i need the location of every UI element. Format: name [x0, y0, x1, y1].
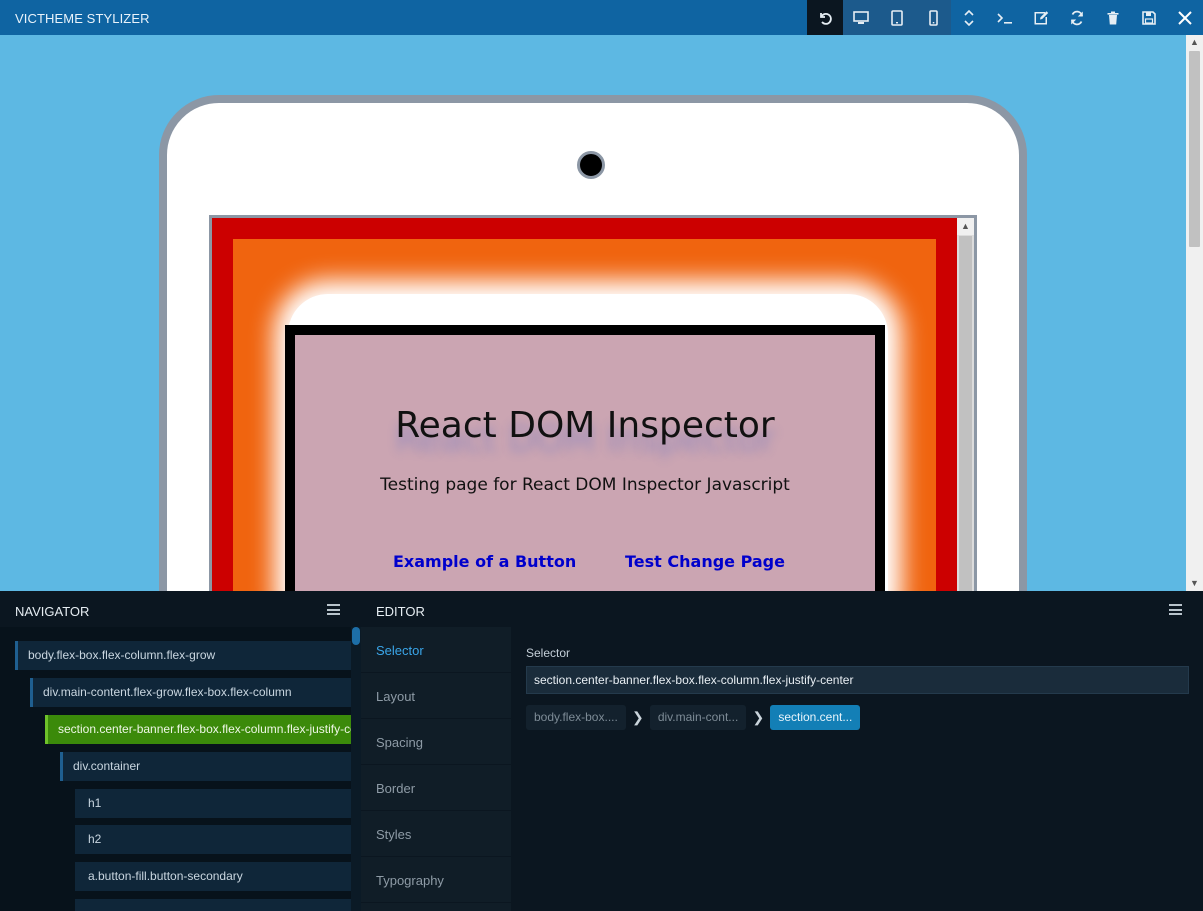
mobile-icon — [929, 9, 938, 26]
editor-tabs: Selector Layout Spacing Border Styles Ty… — [361, 627, 511, 911]
editor-content: Selector section.center-banner.flex-box.… — [511, 627, 1203, 911]
center-banner[interactable]: React DOM Inspector Testing page for Rea… — [285, 325, 885, 591]
terminal-icon — [997, 12, 1012, 24]
editor-menu-icon[interactable] — [1169, 604, 1182, 615]
trash-icon — [1107, 11, 1119, 24]
preview-screen: React DOM Inspector Testing page for Rea… — [209, 215, 977, 591]
navigator-menu-icon[interactable] — [327, 604, 340, 615]
tree-item-center-banner[interactable]: section.center-banner.flex-box.flex-colu… — [45, 715, 351, 744]
selector-label: Selector — [526, 646, 571, 660]
breadcrumb-body[interactable]: body.flex-box.... — [526, 705, 626, 730]
tab-border[interactable]: Border — [361, 765, 511, 811]
tree-item-body[interactable]: body.flex-box.flex-column.flex-grow — [15, 641, 351, 670]
vertical-resize-icon — [964, 9, 974, 26]
tablet-view-button[interactable] — [879, 0, 915, 35]
scroll-up-icon[interactable]: ▲ — [957, 218, 974, 235]
tree-item-container[interactable]: div.container — [60, 752, 351, 781]
edit-icon — [1034, 10, 1049, 24]
resize-button[interactable] — [951, 0, 987, 35]
app-title: VICTHEME STYLIZER — [15, 11, 150, 26]
preview-scroll-thumb[interactable] — [959, 236, 972, 591]
undo-icon — [820, 12, 832, 25]
chevron-right-icon: ❯ — [752, 709, 765, 725]
refresh-button[interactable] — [1059, 0, 1095, 35]
navigator-header: NAVIGATOR — [0, 591, 361, 627]
tree-item-button[interactable]: a.button-fill.button-secondary — [75, 862, 351, 891]
close-button[interactable] — [1167, 0, 1203, 35]
preview-canvas: React DOM Inspector Testing page for Rea… — [0, 35, 1203, 591]
save-button[interactable] — [1131, 0, 1167, 35]
tab-spacing[interactable]: Spacing — [361, 719, 511, 765]
scroll-up-icon[interactable]: ▲ — [1186, 35, 1203, 50]
console-button[interactable] — [987, 0, 1023, 35]
breadcrumb-main-content[interactable]: div.main-cont... — [649, 705, 747, 730]
navigator-tree: body.flex-box.flex-column.flex-grow div.… — [0, 627, 361, 911]
tablet-camera — [577, 151, 605, 179]
desktop-view-button[interactable] — [843, 0, 879, 35]
desktop-icon — [853, 10, 869, 24]
page-title: React DOM Inspector — [395, 405, 775, 446]
editor-title: EDITOR — [376, 604, 425, 619]
tab-selector[interactable]: Selector — [361, 627, 511, 673]
tablet-icon — [891, 9, 903, 26]
navigator-scrollbar[interactable] — [351, 627, 361, 911]
tree-item-main-content[interactable]: div.main-content.flex-grow.flex-box.flex… — [30, 678, 351, 707]
edit-button[interactable] — [1023, 0, 1059, 35]
refresh-icon — [1071, 10, 1083, 25]
page-subtitle: Testing page for React DOM Inspector Jav… — [380, 475, 790, 495]
breadcrumb: body.flex-box.... ❯ div.main-cont... ❯ s… — [526, 705, 861, 730]
tree-item-h2[interactable]: h2 — [75, 825, 351, 854]
selector-input[interactable]: section.center-banner.flex-box.flex-colu… — [526, 666, 1189, 694]
scroll-down-icon[interactable]: ▼ — [1186, 576, 1203, 591]
save-icon — [1142, 10, 1156, 25]
chevron-right-icon: ❯ — [631, 709, 644, 725]
undo-button[interactable] — [807, 0, 843, 35]
tab-layout[interactable]: Layout — [361, 673, 511, 719]
navigator-title: NAVIGATOR — [15, 604, 90, 619]
navigator-scroll-thumb[interactable] — [352, 627, 360, 645]
canvas-scroll-thumb[interactable] — [1189, 51, 1200, 247]
preview-scrollbar[interactable]: ▲ — [957, 218, 974, 591]
toolbar — [807, 0, 1203, 35]
example-button-link[interactable]: Example of a Button — [393, 552, 576, 571]
breadcrumb-section[interactable]: section.cent... — [770, 705, 861, 730]
editor-header: EDITOR — [361, 591, 1203, 627]
mobile-view-button[interactable] — [915, 0, 951, 35]
top-bar: VICTHEME STYLIZER — [0, 0, 1203, 35]
delete-button[interactable] — [1095, 0, 1131, 35]
tab-styles[interactable]: Styles — [361, 811, 511, 857]
test-change-page-link[interactable]: Test Change Page — [625, 552, 785, 571]
close-icon — [1178, 10, 1192, 25]
canvas-scrollbar[interactable]: ▲ ▼ — [1186, 35, 1203, 591]
tab-typography[interactable]: Typography — [361, 857, 511, 903]
tree-item-h1[interactable]: h1 — [75, 789, 351, 818]
tree-item-next[interactable] — [75, 899, 351, 911]
